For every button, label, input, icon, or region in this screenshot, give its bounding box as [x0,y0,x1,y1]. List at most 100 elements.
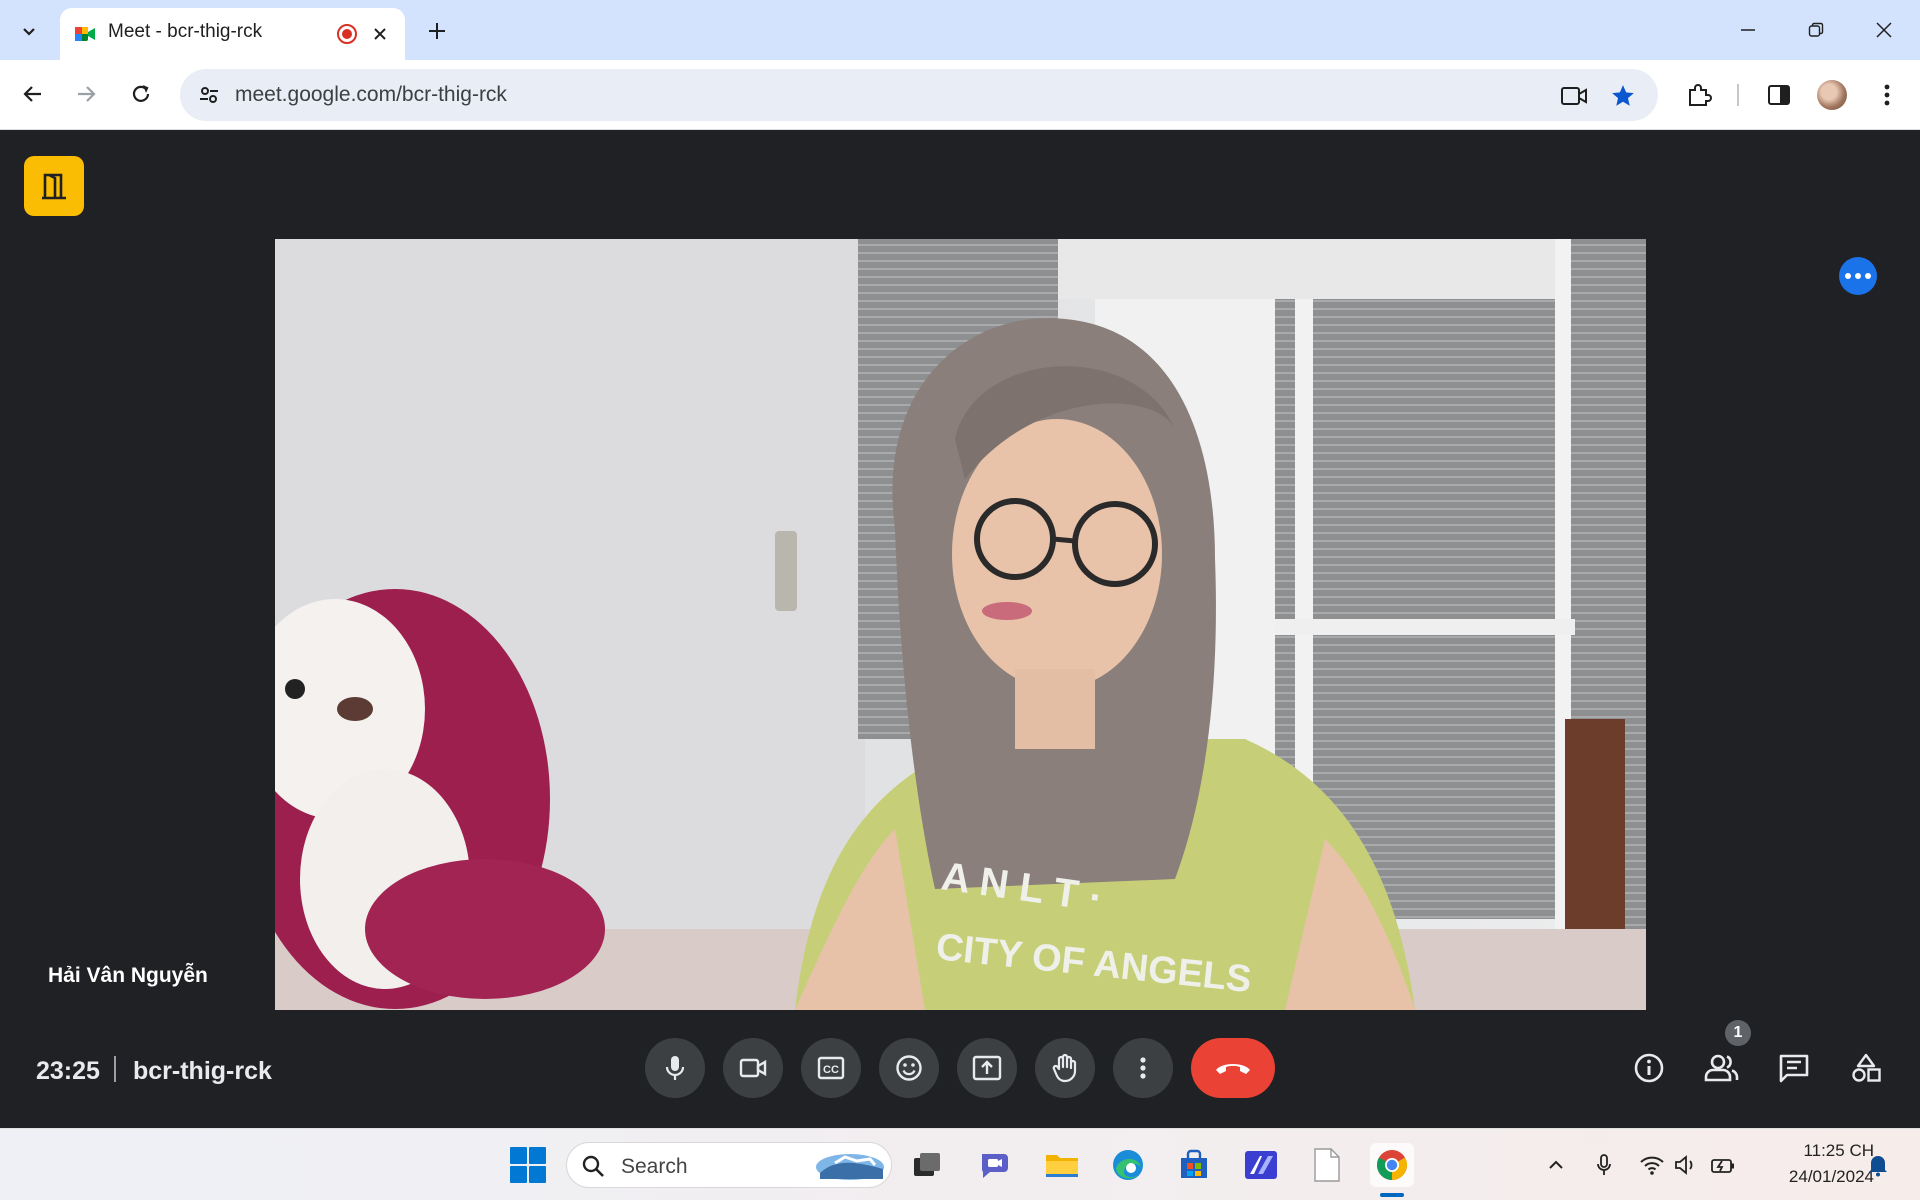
present-screen-button[interactable] [957,1038,1017,1098]
taskbar-search-box[interactable]: Search [566,1142,892,1188]
meeting-clock: 23:25 [36,1057,100,1085]
taskbar-chrome[interactable] [1370,1143,1414,1187]
browser-tab-meet[interactable]: Meet - bcr-thig-rck [60,8,405,60]
more-options-icon [1140,1057,1146,1079]
taskbar-teams-chat[interactable] [973,1143,1017,1187]
windows-start-icon[interactable] [509,1146,547,1184]
meeting-details-divider [114,1056,116,1082]
taskbar-edge[interactable] [1106,1143,1150,1187]
info-icon [1634,1053,1664,1083]
close-icon [374,28,386,40]
raise-hand-button[interactable] [1035,1038,1095,1098]
camera-button[interactable] [723,1038,783,1098]
tab-search-button[interactable] [8,10,50,52]
arrow-left-icon [23,86,41,102]
reload-icon [132,85,150,102]
windows-taskbar: Search 11:25 CH 24/01/2024 [0,1128,1920,1200]
taskbar-file-explorer[interactable] [1040,1143,1084,1187]
door-icon [42,173,66,200]
back-button[interactable] [12,73,54,115]
editor-app-icon [1245,1151,1277,1179]
chevron-up-icon [1549,1160,1563,1169]
meeting-details-button[interactable] [1624,1043,1674,1093]
document-icon [1314,1148,1340,1182]
tray-wifi[interactable] [1638,1151,1666,1179]
reload-button[interactable] [120,73,162,115]
present-icon [972,1055,1002,1081]
forward-button[interactable] [65,73,107,115]
kebab-menu-icon [1884,84,1890,106]
activities-button[interactable] [1841,1043,1891,1093]
video-camera-icon [1561,87,1587,105]
chat-button[interactable] [1769,1043,1819,1093]
camera-in-use-button[interactable] [1558,80,1590,112]
participant-name-label: Hải Vân Nguyễn [48,964,208,987]
side-panel-button[interactable] [1759,75,1799,115]
extensions-button[interactable] [1679,75,1719,115]
people-button[interactable] [1697,1043,1747,1093]
leave-call-button[interactable] [1191,1038,1275,1098]
folder-icon [1046,1155,1078,1177]
mic-icon [1597,1154,1611,1175]
address-bar[interactable]: meet.google.com/bcr-thig-rck [180,69,1658,121]
arrow-right-icon [78,86,96,102]
chrome-icon [1376,1150,1408,1180]
taskbar-document[interactable] [1305,1143,1349,1187]
taskbar-task-view[interactable] [905,1143,949,1187]
emoji-icon [896,1055,922,1081]
active-app-indicator [1380,1193,1404,1197]
notifications-button[interactable] [1864,1151,1892,1179]
captions-button[interactable]: CC [801,1038,861,1098]
svg-text:CC: CC [823,1064,839,1076]
people-count-badge: 1 [1725,1020,1751,1046]
activities-icon [1852,1053,1881,1082]
tray-battery[interactable] [1709,1151,1737,1179]
dot [1855,273,1861,279]
taskbar-store[interactable] [1172,1143,1216,1187]
chat-app-icon [981,1154,1008,1178]
dot [1865,273,1871,279]
taskbar-clock-date[interactable]: 24/01/2024 [1764,1167,1874,1187]
edge-browser-icon [1113,1150,1143,1180]
site-info-button[interactable] [192,78,226,112]
recording-indicator-icon [337,24,357,44]
meeting-code: bcr-thig-rck [133,1057,272,1085]
bookmark-button[interactable] [1607,80,1639,112]
store-icon [1181,1149,1207,1178]
companion-mode-button[interactable] [24,156,84,216]
tray-volume[interactable] [1672,1151,1700,1179]
participant-video: A N L T · CITY OF ANGELS [275,239,1646,1010]
profile-avatar[interactable] [1817,80,1847,110]
restore-icon [1808,22,1824,37]
people-icon [1704,1054,1739,1082]
tray-overflow-button[interactable] [1542,1151,1570,1179]
tray-microphone[interactable] [1590,1151,1618,1179]
taskbar-editor-app[interactable] [1239,1143,1283,1187]
mic-icon [665,1056,685,1080]
taskbar-clock-time[interactable]: 11:25 CH [1764,1141,1874,1161]
window-restore-button[interactable] [1792,8,1840,52]
chevron-down-icon [23,28,35,36]
browser-menu-button[interactable] [1867,75,1907,115]
tab-close-button[interactable] [366,20,394,48]
browser-toolbar: meet.google.com/bcr-thig-rck [0,60,1920,130]
new-tab-button[interactable] [420,14,454,48]
plus-icon [429,23,445,39]
more-options-button[interactable] [1113,1038,1173,1098]
window-minimize-button[interactable] [1724,8,1772,52]
window-close-button[interactable] [1860,8,1908,52]
video-feed-image: A N L T · CITY OF ANGELS [275,239,1646,1010]
puzzle-icon [1689,84,1712,106]
chat-icon [1779,1054,1809,1083]
wifi-icon [1640,1156,1664,1175]
search-icon [582,1155,604,1177]
microphone-button[interactable] [645,1038,705,1098]
search-highlight-image [816,1154,884,1180]
tile-more-options-button[interactable] [1839,257,1877,295]
taskbar-search-placeholder: Search [621,1155,688,1178]
side-panel-icon [1768,85,1790,105]
tune-icon [200,87,218,103]
reactions-button[interactable] [879,1038,939,1098]
close-icon [1876,22,1892,38]
browser-tabstrip: Meet - bcr-thig-rck [0,0,1920,60]
